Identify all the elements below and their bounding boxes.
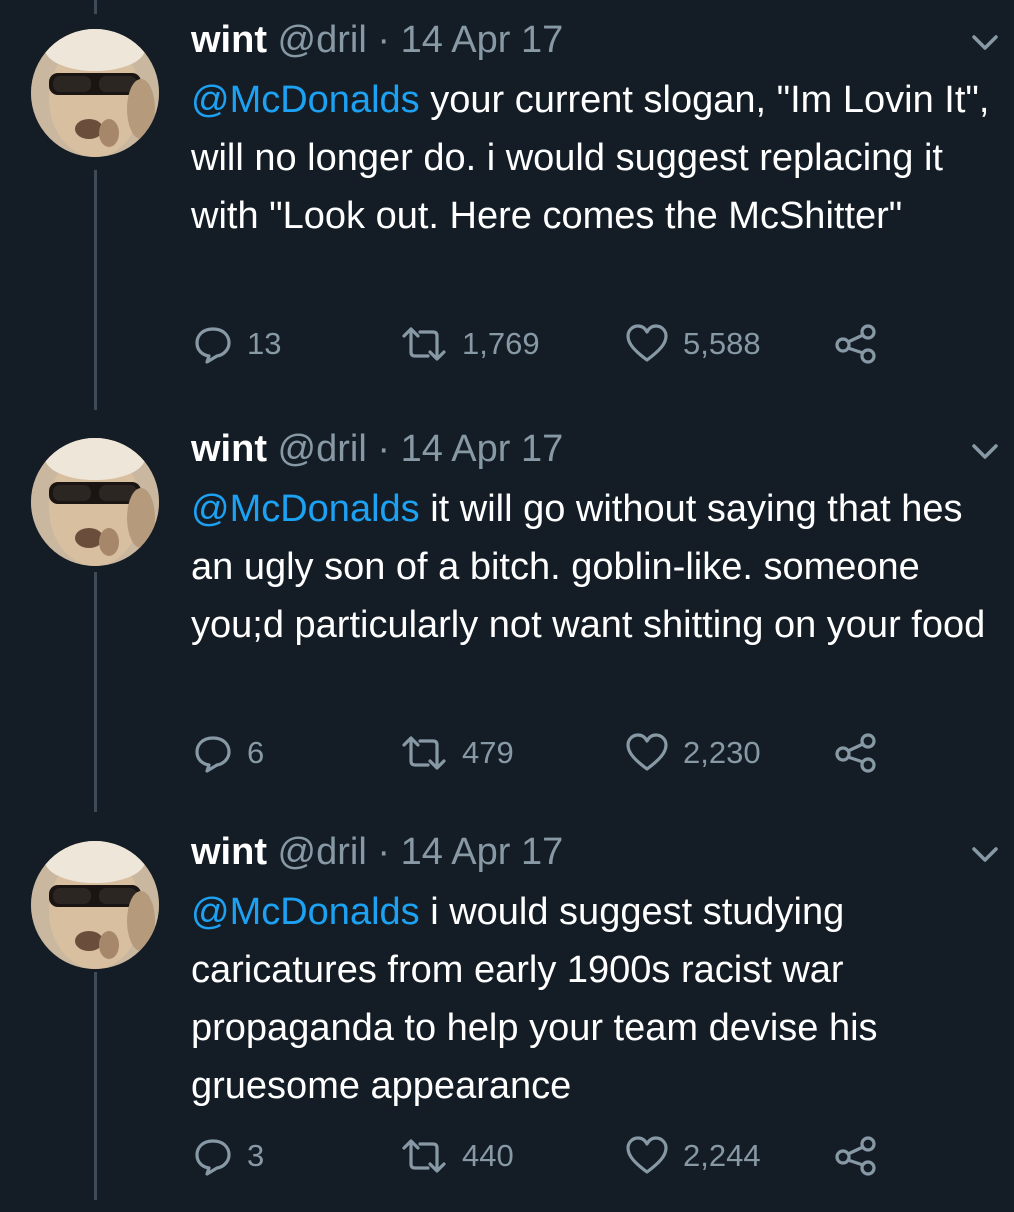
separator: · <box>377 831 391 873</box>
like-count: 5,588 <box>683 326 761 361</box>
reply-button[interactable]: 13 <box>193 318 281 370</box>
tweet-actions: 13 1,769 5,588 <box>0 318 1014 370</box>
like-icon <box>626 733 668 771</box>
like-icon <box>626 324 668 362</box>
retweet-button[interactable]: 1,769 <box>400 318 540 370</box>
share-button[interactable] <box>834 1130 878 1182</box>
mention-link[interactable]: @McDonalds <box>191 891 420 933</box>
reply-count: 6 <box>247 735 265 770</box>
tweet[interactable]: wint @dril · 14 Apr 17 @McDonalds it wil… <box>0 409 1014 809</box>
share-icon <box>835 324 876 364</box>
tweet-header: wint @dril · 14 Apr 17 <box>191 17 563 63</box>
retweet-icon <box>402 327 446 361</box>
share-button[interactable] <box>834 318 878 370</box>
chevron-down-icon[interactable] <box>970 439 1000 463</box>
avatar[interactable] <box>31 841 159 969</box>
tweet-text: @McDonalds it will go without saying tha… <box>191 480 991 654</box>
like-button[interactable]: 2,230 <box>625 727 761 779</box>
user-handle[interactable]: @dril <box>278 19 367 61</box>
avatar[interactable] <box>31 29 159 157</box>
tweet-actions: 6 479 2,230 <box>0 727 1014 779</box>
share-icon <box>835 733 876 773</box>
reply-count: 13 <box>247 326 282 361</box>
user-handle[interactable]: @dril <box>278 428 367 470</box>
tweet-header: wint @dril · 14 Apr 17 <box>191 829 563 875</box>
reply-icon <box>195 1139 231 1176</box>
tweet-date[interactable]: 14 Apr 17 <box>401 428 564 470</box>
avatar[interactable] <box>31 438 159 566</box>
tweet[interactable]: wint @dril · 14 Apr 17 @McDonalds your c… <box>0 0 1014 400</box>
retweet-button[interactable]: 479 <box>400 727 514 779</box>
tweet-actions: 3 440 2,244 <box>0 1130 1014 1182</box>
retweet-count: 440 <box>462 1138 514 1173</box>
tweet-text: @McDonalds your current slogan, "Im Lovi… <box>191 71 991 245</box>
tweet-header: wint @dril · 14 Apr 17 <box>191 426 563 472</box>
display-name[interactable]: wint <box>191 428 267 470</box>
reply-icon <box>195 736 231 773</box>
mention-link[interactable]: @McDonalds <box>191 488 420 530</box>
display-name[interactable]: wint <box>191 831 267 873</box>
separator: · <box>377 19 391 61</box>
tweet-date[interactable]: 14 Apr 17 <box>401 19 564 61</box>
retweet-icon <box>402 736 446 770</box>
retweet-button[interactable]: 440 <box>400 1130 514 1182</box>
chevron-down-icon[interactable] <box>970 30 1000 54</box>
user-handle[interactable]: @dril <box>278 831 367 873</box>
like-button[interactable]: 5,588 <box>625 318 761 370</box>
like-button[interactable]: 2,244 <box>625 1130 761 1182</box>
reply-button[interactable]: 6 <box>193 727 264 779</box>
tweet[interactable]: wint @dril · 14 Apr 17 @McDonalds i woul… <box>0 812 1014 1212</box>
reply-icon <box>195 327 231 364</box>
retweet-icon <box>402 1139 446 1173</box>
share-button[interactable] <box>834 727 878 779</box>
reply-count: 3 <box>247 1138 265 1173</box>
chevron-down-icon[interactable] <box>970 842 1000 866</box>
display-name[interactable]: wint <box>191 19 267 61</box>
like-count: 2,244 <box>683 1138 761 1173</box>
like-icon <box>626 1136 668 1174</box>
reply-button[interactable]: 3 <box>193 1130 264 1182</box>
tweet-date[interactable]: 14 Apr 17 <box>401 831 564 873</box>
retweet-count: 1,769 <box>462 326 540 361</box>
mention-link[interactable]: @McDonalds <box>191 79 420 121</box>
separator: · <box>377 428 391 470</box>
like-count: 2,230 <box>683 735 761 770</box>
tweet-text: @McDonalds i would suggest studying cari… <box>191 883 991 1115</box>
share-icon <box>835 1136 876 1176</box>
retweet-count: 479 <box>462 735 514 770</box>
